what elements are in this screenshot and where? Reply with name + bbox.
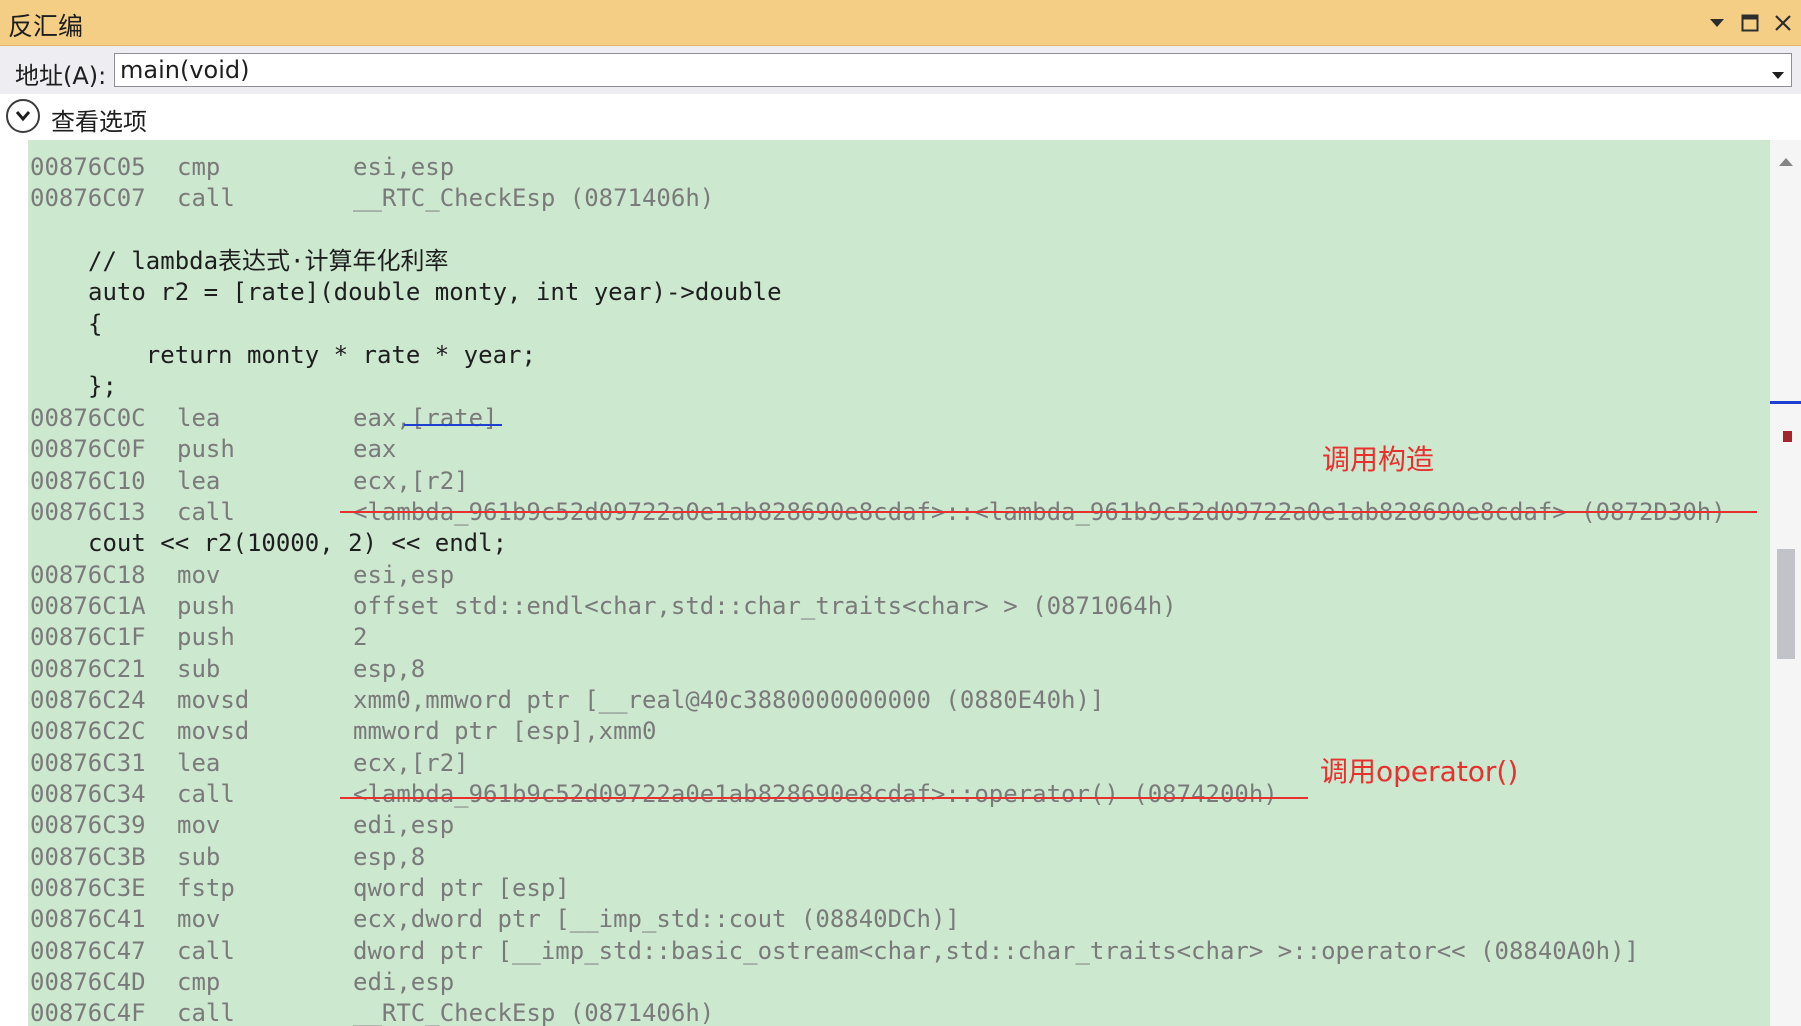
view-options-bar: 查看选项 <box>0 94 1801 140</box>
expand-options-icon[interactable] <box>6 99 40 133</box>
title-bar: 反汇编 <box>0 0 1801 46</box>
operand: 2 <box>353 623 368 652</box>
underline-operator-call <box>340 797 1308 799</box>
address: 00876C4F <box>30 999 146 1026</box>
annotation-constructor: 调用构造 <box>1322 443 1435 476</box>
address: 00876C10 <box>30 466 146 495</box>
scroll-marker-breakpoint <box>1783 431 1792 442</box>
address: 00876C0C <box>30 403 146 432</box>
operand: esi,esp <box>353 153 455 181</box>
address: 00876C41 <box>30 905 146 934</box>
disassembly-view[interactable]: 00876C05 cmp esi,esp 00876C07 call __RTC_Chec… <box>0 140 1770 1026</box>
operand: esi,esp <box>353 560 455 589</box>
operand: __RTC_CheckEsp (0871406h) <box>353 184 715 213</box>
operand: offset std::endl<char,std::char_traits<c… <box>353 591 1177 620</box>
close-icon[interactable] <box>1766 6 1800 40</box>
mnemonic: movsd <box>177 717 250 746</box>
address-label: 地址(A): <box>15 62 107 90</box>
address-value[interactable]: main(void) <box>120 56 249 84</box>
operand: __RTC_CheckEsp (0871406h) <box>353 999 715 1026</box>
operand: <lambda_961b9c52d09722a0e1ab828690e8cdaf… <box>353 780 1278 808</box>
mnemonic: lea <box>177 403 221 432</box>
address: 00876C31 <box>30 748 146 777</box>
mnemonic: push <box>177 435 235 464</box>
address-combobox[interactable]: main(void) <box>114 53 1792 87</box>
operand: qword ptr [esp] <box>353 874 570 903</box>
operand: edi,esp <box>353 968 455 997</box>
operand: mmword ptr [esp],xmm0 <box>353 717 657 746</box>
address: 00876C07 <box>30 184 146 213</box>
address: 00876C39 <box>30 811 146 840</box>
address: 00876C1F <box>30 623 146 652</box>
operand: dword ptr [__imp_std::basic_ostream<char… <box>353 936 1639 965</box>
address: 00876C47 <box>30 936 146 965</box>
underline-constructor-call <box>340 511 1757 513</box>
address: 00876C1A <box>30 591 146 620</box>
mnemonic: lea <box>177 466 221 495</box>
address: 00876C3E <box>30 874 146 903</box>
mnemonic: lea <box>177 748 221 777</box>
vertical-scrollbar[interactable] <box>1770 140 1801 1026</box>
mnemonic: sub <box>177 654 221 683</box>
address: 00876C18 <box>30 560 146 589</box>
address: 00876C05 <box>30 153 146 181</box>
scroll-up-icon[interactable] <box>1778 152 1794 171</box>
source-text: { <box>88 309 103 338</box>
mnemonic: mov <box>177 905 221 934</box>
source-text: cout << r2(10000, 2) << endl; <box>88 529 508 558</box>
address: 00876C0F <box>30 435 146 464</box>
operand: ecx,dword ptr [__imp_std::cout (08840DCh… <box>353 905 960 934</box>
mnemonic: sub <box>177 842 221 871</box>
mnemonic: cmp <box>177 153 221 181</box>
mnemonic: movsd <box>177 685 250 714</box>
operand: ecx,[r2] <box>353 466 469 495</box>
address: 00876C24 <box>30 685 146 714</box>
address: 00876C21 <box>30 654 146 683</box>
operand: ecx,[r2] <box>353 748 469 777</box>
mnemonic: mov <box>177 811 221 840</box>
mnemonic: push <box>177 623 235 652</box>
address: 00876C13 <box>30 497 146 526</box>
source-text: auto r2 = [rate](double monty, int year)… <box>88 278 782 307</box>
mnemonic: call <box>177 999 235 1026</box>
mnemonic: call <box>177 780 235 808</box>
source-text: return monty * rate * year; <box>88 341 536 370</box>
address: 00876C4D <box>30 968 146 997</box>
mnemonic: call <box>177 936 235 965</box>
scrollbar-thumb[interactable] <box>1777 549 1795 659</box>
scroll-marker-caret <box>1770 401 1801 404</box>
operand: eax,[rate] <box>353 403 498 432</box>
mnemonic: mov <box>177 560 221 589</box>
address: 00876C2C <box>30 717 146 746</box>
address: 00876C34 <box>30 780 146 808</box>
window-menu-dropdown-icon[interactable] <box>1700 6 1734 40</box>
mnemonic: fstp <box>177 874 235 903</box>
maximize-icon[interactable] <box>1733 6 1767 40</box>
operand: esp,8 <box>353 654 426 683</box>
mnemonic: push <box>177 591 235 620</box>
operand: edi,esp <box>353 811 455 840</box>
gutter[interactable] <box>0 140 28 1026</box>
mnemonic: call <box>177 497 235 526</box>
operand: xmm0,mmword ptr [__real@40c3880000000000… <box>353 685 1105 714</box>
annotation-operator: 调用operator() <box>1320 755 1519 788</box>
underline-rate <box>404 424 502 426</box>
operand: esp,8 <box>353 842 426 871</box>
operand: eax <box>353 435 397 464</box>
address-bar: 地址(A): main(void) <box>0 46 1801 94</box>
window-title: 反汇编 <box>8 12 84 41</box>
mnemonic: cmp <box>177 968 221 997</box>
mnemonic: call <box>177 184 235 213</box>
view-options-label[interactable]: 查看选项 <box>51 102 147 137</box>
source-text: // lambda表达式·计算年化利率 <box>88 247 449 276</box>
source-text: }; <box>88 372 117 401</box>
address: 00876C3B <box>30 842 146 871</box>
chevron-down-icon[interactable] <box>1771 65 1785 84</box>
